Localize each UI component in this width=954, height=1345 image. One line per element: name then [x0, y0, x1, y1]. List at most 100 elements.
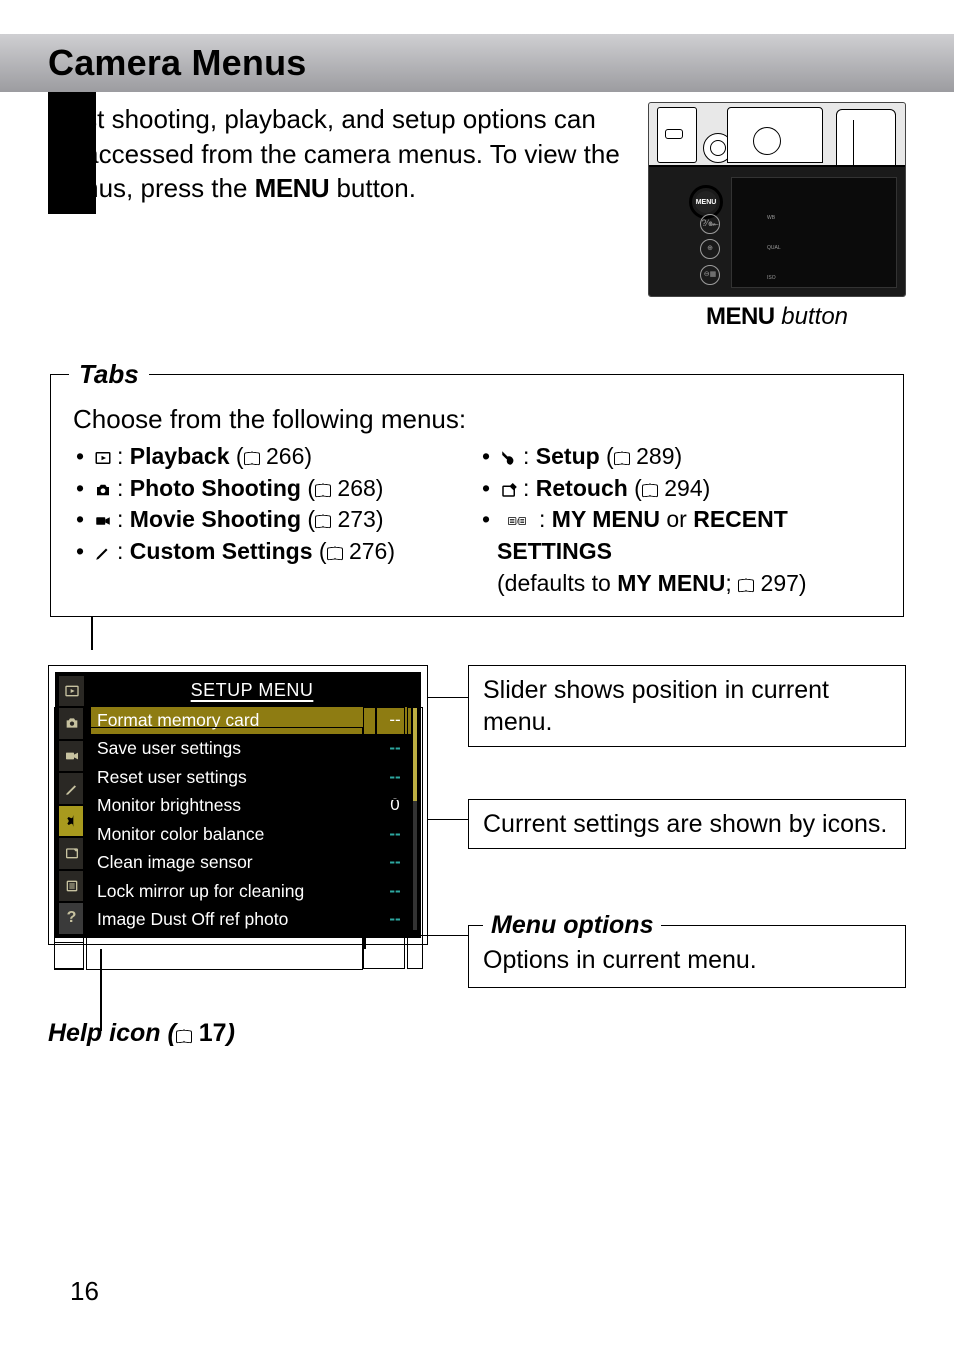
lcd-row-label: Lock mirror up for cleaning [91, 878, 375, 906]
tabs-intro: Choose from the following menus: [73, 404, 885, 435]
diagram-area: ? SETUP MENU Format memory card--Save us… [48, 649, 906, 1079]
page-heading: Camera Menus [48, 42, 954, 84]
connector-line [364, 935, 468, 937]
camera-eyecup-icon [753, 127, 781, 155]
lcd-row-value: -- [375, 707, 413, 735]
lcd-row: Image Dust Off ref photo-- [91, 905, 413, 934]
movie-icon [91, 508, 115, 536]
lcd-tab-playback-icon [59, 676, 87, 707]
lcd-tab-help-icon: ? [59, 901, 87, 934]
book-icon [315, 515, 331, 528]
callout-box-help [54, 942, 84, 970]
wb-label: WB [767, 215, 775, 221]
lcd-row-label: Image Dust Off ref photo [91, 906, 375, 934]
annotation-current-settings: Current settings are shown by icons. [468, 799, 906, 849]
intro-paragraph: Most shooting, playback, and setup optio… [48, 102, 620, 206]
lcd-row-label: Reset user settings [91, 764, 375, 792]
iso-label: ISO [767, 275, 776, 281]
annotation-help-a: Help icon ( [48, 1019, 176, 1047]
annotation-slider-text: Slider shows position in current menu. [483, 676, 829, 736]
book-icon [327, 547, 343, 560]
lcd-row-label: Monitor brightness [91, 792, 375, 820]
mymenu-icon: / [497, 508, 537, 536]
tabs-col-right: •: Setup ( 289)•: Retouch ( 294)•/: MY M… [479, 441, 885, 600]
section-tab [48, 84, 96, 214]
book-icon [738, 579, 754, 592]
annotation-help-icon: Help icon ( 17) [48, 1019, 235, 1048]
lcd-row-value: -- [375, 735, 413, 763]
lcd-row: Format memory card-- [91, 707, 413, 735]
lcd-tab-custom-icon [59, 771, 87, 804]
tabs-item: •: Retouch ( 294) [479, 473, 885, 505]
camera-illustration: MENU WB ?⁄๛ QUAL ⊕ ISO ⊖▦ [648, 102, 906, 297]
page: Camera Menus Most shooting, playback, an… [48, 34, 906, 1079]
lcd-row: Monitor color balance-- [91, 820, 413, 849]
book-icon [244, 452, 260, 465]
wrench-icon [497, 445, 521, 473]
intro-suffix: button. [329, 173, 416, 203]
qual-label: QUAL [767, 245, 781, 251]
tabs-legend: Tabs [69, 359, 149, 390]
tabs-item: •: Movie Shooting ( 273) [73, 504, 479, 536]
camera-zoom-button-icon: ⊕ [700, 239, 720, 259]
lcd-row-value: -- [375, 821, 413, 849]
annotation-current-text: Current settings are shown by icons. [483, 810, 887, 838]
lcd-row: Reset user settings-- [91, 763, 413, 792]
lcd-row-label: Clean image sensor [91, 849, 375, 877]
lcd-tab-retouch-icon [59, 836, 87, 869]
tabs-item: •/: MY MENU or RECENT SETTINGS(defaults … [479, 504, 885, 599]
tabs-item: •: Custom Settings ( 276) [73, 536, 479, 568]
book-icon [315, 484, 331, 497]
tabs-connector-line [91, 616, 93, 650]
lcd-tab-setup-icon [59, 804, 87, 837]
connector-line [364, 935, 366, 949]
lcd-row: Monitor brightness0 [91, 791, 413, 820]
tabs-panel: Tabs Choose from the following menus: •:… [50, 359, 904, 617]
tabs-item: •: Photo Shooting ( 268) [73, 473, 479, 505]
camera-caption: MENU button [706, 303, 848, 331]
page-number: 16 [70, 1276, 99, 1307]
book-icon [176, 1030, 192, 1043]
annotation-options-legend: Menu options [483, 911, 661, 940]
retouch-icon [497, 477, 521, 505]
lcd-row: Clean image sensor-- [91, 848, 413, 877]
lcd-row-label: Format memory card [91, 707, 375, 735]
lcd-tab-strip: ? [59, 676, 87, 934]
lcd-title: SETUP MENU [91, 676, 413, 707]
play-icon [91, 445, 115, 473]
camera-screen [731, 177, 897, 288]
camera-caption-rest: button [775, 303, 848, 330]
lcd-tab-photo-icon [59, 706, 87, 739]
lcd-scroll-thumb [413, 708, 417, 801]
tabs-col-left: •: Playback ( 266)•: Photo Shooting ( 26… [73, 441, 479, 600]
lcd-row: Lock mirror up for cleaning-- [91, 877, 413, 906]
lcd-row: Save user settings-- [91, 734, 413, 763]
book-icon [614, 452, 630, 465]
annotation-options-body: Options in current menu. [483, 946, 891, 975]
lcd-row-value: -- [375, 764, 413, 792]
tabs-item: •: Setup ( 289) [479, 441, 885, 473]
lcd-row-value: -- [375, 906, 413, 934]
annotation-menu-options: Menu options Options in current menu. [468, 911, 906, 988]
annotation-slider: Slider shows position in current menu. [468, 665, 906, 747]
lcd-scrollbar [411, 706, 419, 932]
lcd-row-label: Monitor color balance [91, 821, 375, 849]
lcd-row-value: -- [375, 878, 413, 906]
connector-line [427, 697, 468, 699]
camera-caption-menu: MENU [706, 303, 775, 330]
lcd-row-value: -- [375, 849, 413, 877]
lcd-screenshot: ? SETUP MENU Format memory card--Save us… [48, 665, 428, 945]
lcd-tab-movie-icon [59, 739, 87, 772]
heading-bar: Camera Menus [0, 34, 954, 92]
annotation-help-b: ) [227, 1019, 235, 1047]
svg-text:/: / [517, 519, 519, 526]
tabs-item: •: Playback ( 266) [73, 441, 479, 473]
lcd-rows: Format memory card--Save user settings--… [91, 707, 413, 934]
camera-grip [836, 109, 896, 167]
connector-line [427, 819, 468, 821]
lcd-row-value: 0 [375, 792, 413, 820]
lcd-row-label: Save user settings [91, 735, 375, 763]
camera-zoomout-button-icon: ⊖▦ [700, 265, 720, 285]
book-icon [642, 484, 658, 497]
pencil-icon [91, 540, 115, 568]
